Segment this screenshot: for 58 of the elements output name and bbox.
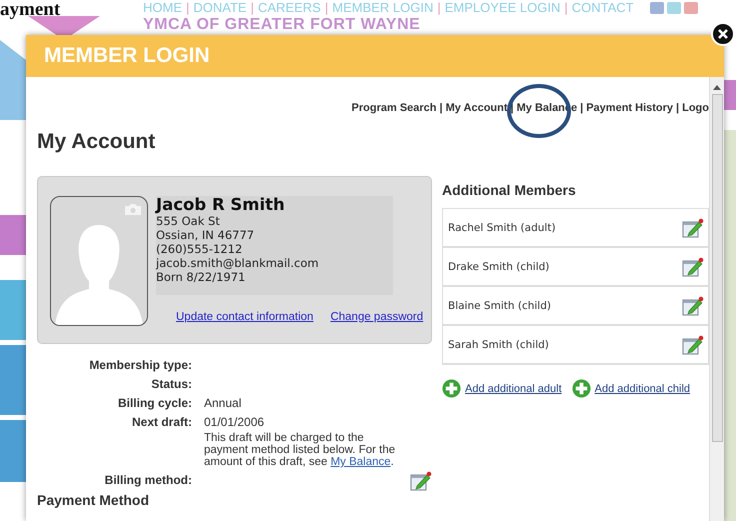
- edit-icon[interactable]: [682, 334, 704, 354]
- field-value: 01/01/2006: [204, 415, 266, 429]
- link-separator: |: [440, 102, 443, 114]
- dialog-title: MEMBER LOGIN: [44, 44, 210, 68]
- field-label: Membership type:: [88, 358, 192, 372]
- add-member-link[interactable]: Add additional child: [594, 382, 690, 394]
- member-name: Drake Smith (child): [448, 260, 550, 272]
- scroll-up-icon[interactable]: [713, 85, 721, 90]
- link-separator: |: [676, 102, 680, 114]
- nav-separator: |: [437, 0, 441, 15]
- account-nav-link[interactable]: Logo: [682, 102, 709, 114]
- field-value: Annual: [204, 396, 242, 410]
- background-panel: [0, 420, 26, 482]
- photo-frame[interactable]: [50, 196, 148, 326]
- nav-separator: |: [250, 0, 254, 15]
- close-icon[interactable]: [711, 22, 735, 46]
- account-nav-link[interactable]: Program Search: [352, 102, 437, 114]
- background-panel: [0, 215, 26, 255]
- nav-separator: |: [186, 0, 190, 15]
- contact-line: Born 8/22/1971: [156, 270, 246, 284]
- section-heading: Additional Members: [442, 182, 577, 198]
- add-icon[interactable]: [572, 379, 591, 398]
- link-separator: |: [580, 102, 584, 114]
- contact-line: 555 Oak St: [156, 214, 221, 228]
- account-nav-link[interactable]: Payment History: [586, 102, 674, 114]
- account-nav-link[interactable]: My Account: [446, 102, 508, 114]
- contact-line: (260)555-1212: [156, 242, 244, 256]
- page-title: ayment: [0, 0, 62, 20]
- edit-icon[interactable]: [410, 471, 432, 491]
- balance-link[interactable]: My Balance: [330, 456, 391, 468]
- contact-line: Ossian, IN 46777: [156, 228, 256, 242]
- contact-line: jacob.smith@blankmail.com: [156, 256, 320, 270]
- field-label: Billing cycle:: [116, 396, 192, 410]
- member-name: Rachel Smith (adult): [448, 222, 556, 234]
- site-name: YMCA OF GREATER FORT WAYNE: [143, 16, 420, 34]
- add-member-link[interactable]: Add additional adult: [465, 382, 562, 394]
- background-panel: [0, 345, 26, 415]
- nav-separator: |: [564, 0, 568, 15]
- profile-link[interactable]: Change password: [330, 311, 424, 323]
- scrollbar[interactable]: [709, 77, 724, 521]
- background-panel: [0, 280, 26, 340]
- draft-note: This draft will be charged to the payment method listed below. For the amount of this draft, see My Balance.: [204, 432, 396, 468]
- edit-icon[interactable]: [682, 218, 704, 238]
- scrollbar-thumb[interactable]: [712, 94, 722, 442]
- field-label: Status:: [150, 377, 192, 391]
- member-name: Jacob R Smith: [156, 196, 286, 214]
- background-panel: [724, 80, 736, 110]
- page-heading: My Account: [37, 130, 156, 154]
- member-name: Sarah Smith (child): [448, 338, 549, 350]
- edit-icon[interactable]: [682, 256, 704, 276]
- profile-link[interactable]: Update contact information: [176, 311, 314, 323]
- add-icon[interactable]: [442, 379, 461, 398]
- section-heading: Payment Method: [37, 493, 150, 508]
- member-name: Blaine Smith (child): [448, 300, 551, 312]
- edit-icon[interactable]: [682, 296, 704, 316]
- field-label: Billing method:: [104, 473, 192, 489]
- field-label: Next draft:: [130, 415, 192, 431]
- nav-separator: |: [324, 0, 328, 15]
